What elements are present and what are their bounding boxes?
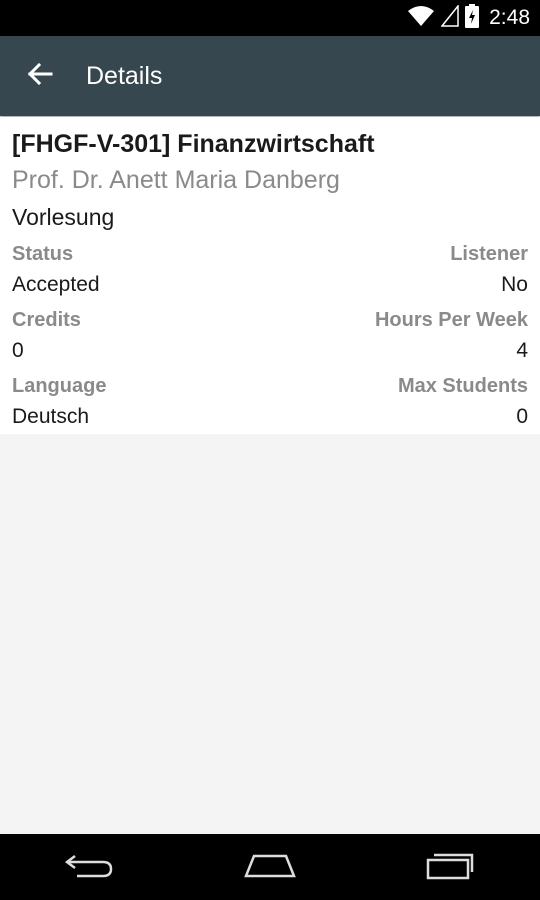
credits-hours-values: 0 4 <box>12 335 528 367</box>
status-value: Accepted <box>12 273 100 296</box>
wifi-icon <box>407 5 435 32</box>
status-icons: 2:48 <box>407 0 530 36</box>
cell-signal-icon <box>440 3 459 32</box>
navigation-bar <box>0 834 540 900</box>
max-students-label: Max Students <box>397 375 528 397</box>
listener-label: Listener <box>450 243 528 265</box>
language-label: Language <box>12 375 107 397</box>
recents-nav-icon <box>424 850 476 885</box>
nav-back-button[interactable] <box>60 847 120 887</box>
max-students-value: 0 <box>516 405 528 428</box>
language-max-labels: Language Max Students <box>12 371 528 401</box>
nav-home-button[interactable] <box>240 847 300 887</box>
language-max-values: Deutsch 0 <box>12 401 528 433</box>
page-title: Details <box>86 61 163 90</box>
back-nav-icon <box>64 850 115 885</box>
status-label: Status <box>12 243 74 265</box>
credits-label: Credits <box>12 309 81 331</box>
status-listener-labels: Status Listener <box>12 239 528 269</box>
home-nav-icon <box>242 850 298 885</box>
language-value: Deutsch <box>12 405 90 428</box>
course-title: [FHGF-V-301] Finanzwirtschaft <box>12 130 375 158</box>
status-listener-values: Accepted No <box>12 269 528 301</box>
back-button[interactable] <box>20 56 60 96</box>
screen: 2:48 Details [FHGF-V-301] Finanzwirtscha… <box>0 0 540 900</box>
hours-per-week-label: Hours Per Week <box>374 309 528 331</box>
battery-icon <box>465 3 480 33</box>
nav-recents-button[interactable] <box>420 847 480 887</box>
status-bar: 2:48 <box>0 0 540 36</box>
app-bar: Details <box>0 36 540 116</box>
credits-hours-labels: Credits Hours Per Week <box>12 305 528 335</box>
course-type: Vorlesung <box>12 204 115 230</box>
course-professor: Prof. Dr. Anett Maria Danberg <box>12 166 340 194</box>
course-details: [FHGF-V-301] Finanzwirtschaft Prof. Dr. … <box>0 117 540 434</box>
listener-value: No <box>501 273 528 296</box>
status-time: 2:48 <box>489 6 530 29</box>
hours-per-week-value: 4 <box>516 339 528 362</box>
arrow-back-icon <box>27 62 53 91</box>
credits-value: 0 <box>12 339 24 362</box>
